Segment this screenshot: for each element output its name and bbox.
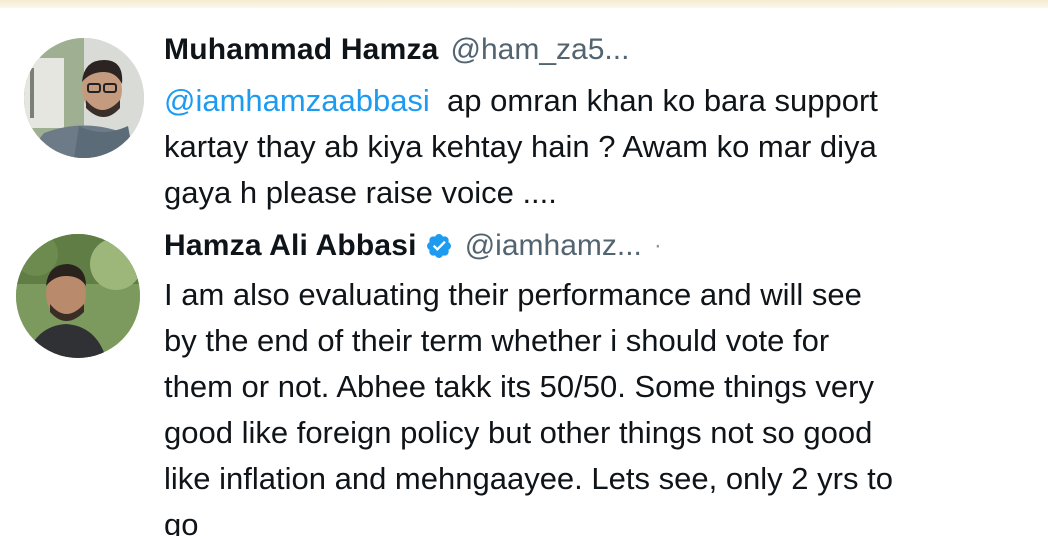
- tweet-text: @iamhamzaabbasi ap omran khan ko bara su…: [164, 78, 1024, 216]
- tweet-text-line: gaya h please raise voice ....: [164, 175, 557, 210]
- tweet-text-line: ap omran khan ko bara support: [429, 83, 878, 118]
- tweet-text-line: them or not. Abhee takk its 50/50. Some …: [164, 369, 874, 404]
- tweet-text-line: I am also evaluating their performance a…: [164, 277, 862, 312]
- display-name[interactable]: Muhammad Hamza: [164, 26, 439, 74]
- top-edge-strip: [0, 0, 1048, 8]
- tweet-header: Hamza Ali Abbasi @iamhamz... ·: [164, 222, 662, 270]
- user-handle[interactable]: @iamhamz...: [465, 222, 642, 270]
- avatar-muhammad-hamza[interactable]: [24, 38, 144, 158]
- user-handle[interactable]: @ham_za5...: [451, 26, 630, 74]
- mention-link[interactable]: @iamhamzaabbasi: [164, 83, 430, 118]
- separator-dot: ·: [653, 232, 662, 259]
- avatar-hamza-ali-abbasi[interactable]: [16, 234, 140, 358]
- tweet-text-line: like inflation and mehngaayee. Lets see,…: [164, 461, 893, 496]
- tweet-text-line: by the end of their term whether i shoul…: [164, 323, 830, 358]
- avatar-photo-icon: [24, 38, 144, 158]
- tweet-thread-screenshot: Muhammad Hamza @ham_za5... @iamhamzaabba…: [0, 0, 1048, 536]
- tweet-text-line: go: [164, 507, 199, 536]
- verified-badge-icon: [426, 234, 451, 258]
- avatar-photo-icon: [16, 234, 140, 358]
- display-name[interactable]: Hamza Ali Abbasi: [164, 222, 417, 270]
- tweet-header: Muhammad Hamza @ham_za5...: [164, 26, 629, 74]
- tweet-text-line: kartay thay ab kiya kehtay hain ? Awam k…: [164, 129, 877, 164]
- tweet-text-line: good like foreign policy but other thing…: [164, 415, 873, 450]
- tweet-text: I am also evaluating their performance a…: [164, 272, 1034, 536]
